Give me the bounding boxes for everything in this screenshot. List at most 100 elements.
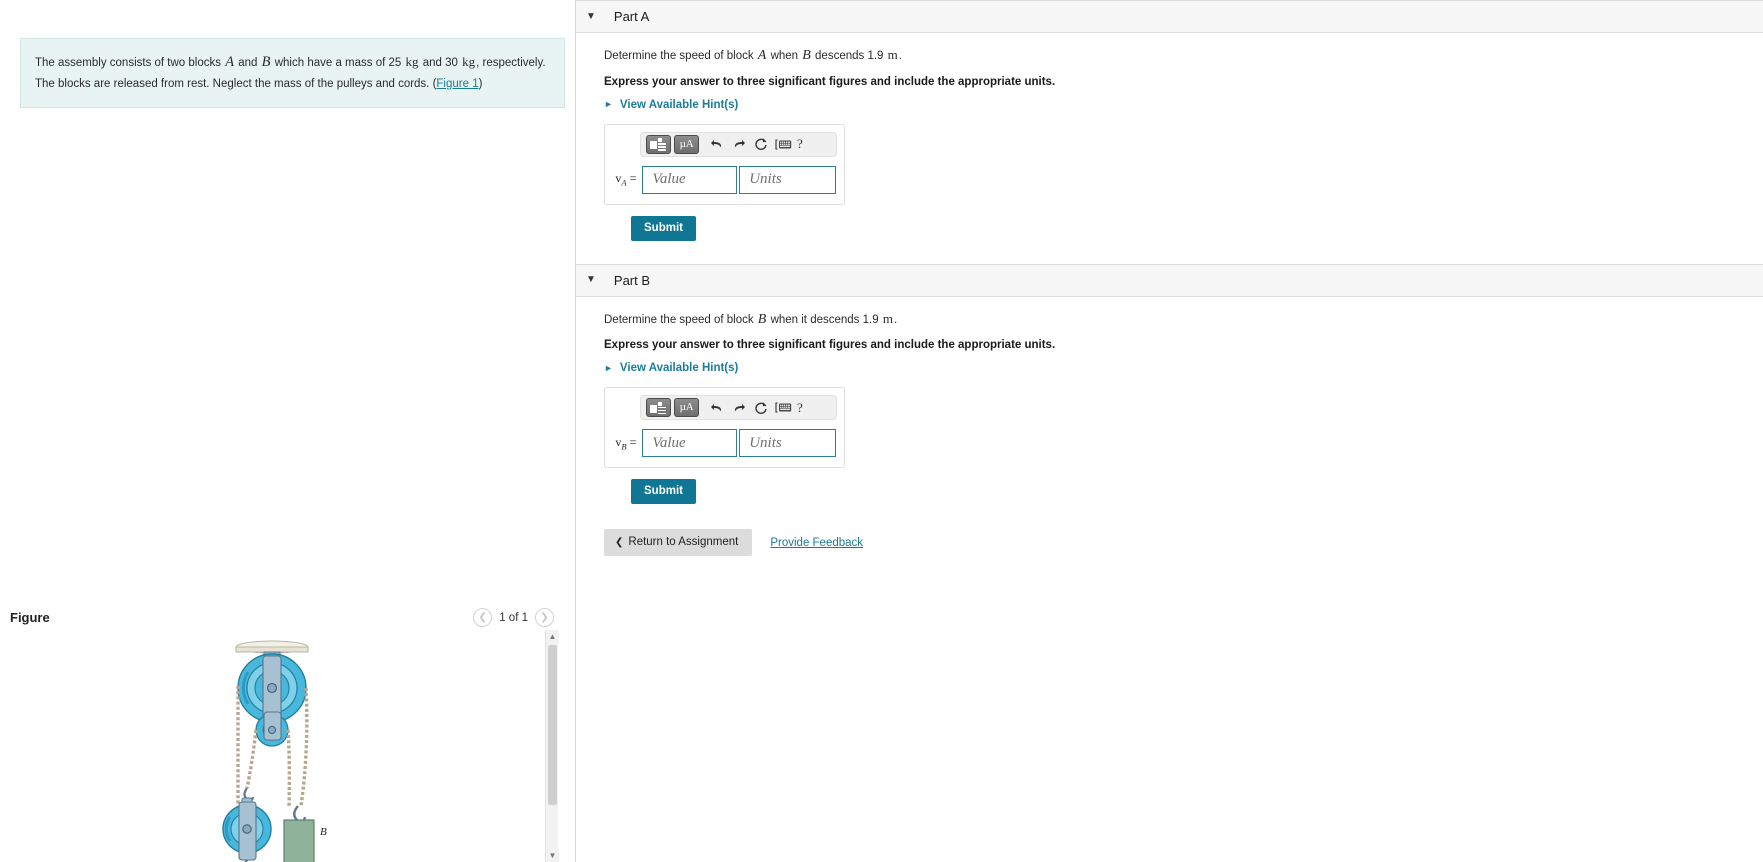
part-a-q-var1: A xyxy=(757,48,767,63)
return-button-label: Return to Assignment xyxy=(628,536,739,549)
figure-next-button[interactable]: ❯ xyxy=(535,608,554,627)
part-a-label: Part A xyxy=(613,9,650,24)
reset-circular-arrow-icon[interactable] xyxy=(751,134,771,154)
scrollbar-thumb[interactable] xyxy=(548,645,557,805)
part-b-instruction: Express your answer to three significant… xyxy=(604,339,1056,352)
redo-arrow-icon[interactable] xyxy=(729,398,749,418)
part-b-units-input[interactable]: Units xyxy=(739,429,836,458)
math-template-icon[interactable] xyxy=(646,398,671,418)
part-a-answer-row: vA = Value Units xyxy=(605,157,844,204)
figure-scrollbar[interactable]: ▲ ▼ xyxy=(545,630,559,862)
figure-viewport: A B xyxy=(0,630,559,862)
part-a-header[interactable]: ▼ Part A xyxy=(576,0,1763,33)
part-b-question: Determine the speed of block B when it d… xyxy=(604,310,1763,330)
micro-amp-units-icon[interactable]: µA xyxy=(674,134,699,154)
problem-var-b: B xyxy=(261,54,271,70)
part-b-q-var1: B xyxy=(757,311,767,327)
problem-mass-a: 25 xyxy=(388,57,402,69)
part-b-equals-sign: = xyxy=(629,434,637,449)
part-a-instruction: Express your answer to three significant… xyxy=(604,75,1056,88)
problem-var-a: A xyxy=(225,54,235,70)
part-a-variable-label: vA = xyxy=(611,171,636,187)
part-a-units-input[interactable]: Units xyxy=(739,165,836,194)
figure-title: Figure xyxy=(10,610,50,625)
problem-text-2: which have a mass of xyxy=(274,57,386,69)
part-a-q-end: . xyxy=(898,50,902,62)
chevron-left-icon: ❮ xyxy=(478,611,487,623)
provide-feedback-link[interactable]: Provide Feedback xyxy=(770,537,863,549)
figure-prev-button[interactable]: ❮ xyxy=(473,608,493,627)
part-a-value-input[interactable]: Value xyxy=(642,165,738,194)
reset-circular-arrow-icon[interactable] xyxy=(751,398,771,418)
part-a-q-mid: when xyxy=(770,50,799,62)
triangle-up-icon[interactable]: ▲ xyxy=(546,630,559,643)
part-a-q-value: 1.9 xyxy=(867,50,884,62)
right-panel: ▼ Part A Determine the speed of block A … xyxy=(576,0,1763,862)
block-b-label: B xyxy=(320,826,327,838)
part-a-hints-label: View Available Hint(s) xyxy=(619,98,739,111)
problem-statement: The assembly consists of two blocks A an… xyxy=(20,38,565,108)
part-a-q-var2: B xyxy=(802,48,811,63)
figure-panel-header: Figure ❮ 1 of 1 ❯ xyxy=(0,608,576,627)
part-a-submit-button[interactable]: Submit xyxy=(631,215,696,241)
problem-text-and2: and xyxy=(422,57,442,69)
part-a-hints-toggle[interactable]: ► View Available Hint(s) xyxy=(604,99,1763,111)
pulley-assembly-diagram: A B xyxy=(222,640,327,862)
part-b-q-unit: m xyxy=(882,310,893,326)
part-b-q-end: . xyxy=(893,313,898,326)
part-b-q-pre: Determine the speed of block xyxy=(604,313,754,326)
figure-count-label: 1 of 1 xyxy=(499,611,528,624)
left-panel: The assembly consists of two blocks A an… xyxy=(0,0,576,862)
part-a-toolbar: µA ? xyxy=(640,131,837,157)
triangle-down-icon[interactable]: ▼ xyxy=(546,849,559,862)
triangle-right-icon: ► xyxy=(604,99,613,110)
part-a-answer-widget: µA ? vA = Value Units xyxy=(604,123,845,205)
part-b-label: Part B xyxy=(613,272,651,288)
part-a-var-subscript: A xyxy=(621,177,627,188)
part-b-hints-label: View Available Hint(s) xyxy=(619,362,739,375)
chevron-left-icon: ❮ xyxy=(615,536,624,548)
return-to-assignment-button[interactable]: ❮ Return to Assignment xyxy=(604,529,753,557)
problem-unit-a: kg xyxy=(405,54,419,69)
chevron-right-icon: ❯ xyxy=(540,611,549,623)
part-b-q-value: 1.9 xyxy=(862,313,879,326)
undo-arrow-icon[interactable] xyxy=(707,398,727,418)
part-b-value-input[interactable]: Value xyxy=(642,429,738,458)
help-question-icon[interactable]: ? xyxy=(795,400,803,416)
part-b-answer-row: vB = Value Units xyxy=(605,420,844,467)
page-footer: ❮ Return to Assignment Provide Feedback xyxy=(604,529,1763,557)
part-a-q-pre: Determine the speed of block xyxy=(604,50,754,62)
part-b-header[interactable]: ▼ Part B xyxy=(576,263,1763,297)
problem-unit-b: kg xyxy=(462,54,476,69)
keyboard-icon[interactable] xyxy=(773,134,793,154)
part-a-body: Determine the speed of block A when B de… xyxy=(576,33,1763,241)
redo-arrow-icon[interactable] xyxy=(729,134,749,154)
help-question-icon[interactable]: ? xyxy=(795,136,803,152)
problem-text-and: and xyxy=(238,57,258,69)
part-a-collapse-caret[interactable]: ▼ xyxy=(586,11,596,22)
undo-arrow-icon[interactable] xyxy=(707,134,727,154)
part-a-question: Determine the speed of block A when B de… xyxy=(604,46,1763,66)
keyboard-icon[interactable] xyxy=(773,398,793,418)
math-template-icon[interactable] xyxy=(646,134,671,154)
part-b-var-subscript: B xyxy=(621,441,627,452)
part-b-toolbar: µA ? xyxy=(640,395,837,421)
problem-page: The assembly consists of two blocks A an… xyxy=(0,0,1763,862)
part-b-body: Determine the speed of block B when it d… xyxy=(576,297,1763,557)
problem-text-4: ) xyxy=(478,77,483,90)
part-a-q-post: descends xyxy=(815,50,865,62)
micro-amp-units-icon[interactable]: µA xyxy=(674,398,699,418)
triangle-right-icon: ► xyxy=(604,362,613,373)
figure-1-link[interactable]: Figure 1 xyxy=(436,78,478,90)
part-a-q-unit: m xyxy=(887,47,898,62)
problem-mass-b: 30 xyxy=(445,57,458,69)
part-b-submit-button[interactable]: Submit xyxy=(631,479,696,505)
part-b-variable-label: vB = xyxy=(611,435,636,451)
part-a-equals-sign: = xyxy=(629,171,637,186)
part-b-collapse-caret[interactable]: ▼ xyxy=(586,275,596,285)
part-b-q-mid: when it descends xyxy=(770,313,860,326)
part-b-hints-toggle[interactable]: ► View Available Hint(s) xyxy=(604,362,1763,374)
problem-text-1: The assembly consists of two blocks xyxy=(35,57,221,69)
part-b-answer-widget: µA ? vB = Value Units xyxy=(604,387,845,469)
figure-pagination: ❮ 1 of 1 ❯ xyxy=(473,608,554,627)
